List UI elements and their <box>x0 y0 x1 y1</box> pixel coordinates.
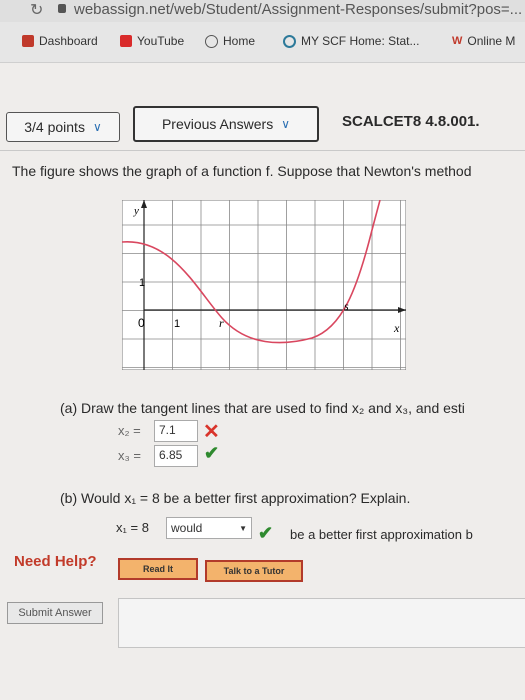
bookmark-label: MY SCF Home: Stat... <box>301 34 420 48</box>
dropdown-arrow-icon: ▼ <box>239 523 247 533</box>
bookmarks-bar: Dashboard YouTube Home MY SCF Home: Stat… <box>0 22 525 63</box>
bookmark-label: Online M <box>467 34 516 48</box>
bookmark-home[interactable]: Home <box>205 34 255 48</box>
part-b-prompt: (b) Would x₁ = 8 be a better first appro… <box>60 490 411 506</box>
part-a-prompt: (a) Draw the tangent lines that are used… <box>60 400 465 416</box>
chevron-down-icon: ∨ <box>92 120 102 134</box>
points-label: 3/4 points <box>24 119 85 135</box>
answer-textarea[interactable] <box>118 598 525 648</box>
bookmark-online[interactable]: W Online M <box>452 34 515 48</box>
reload-icon[interactable]: ↻ <box>30 0 43 20</box>
bookmark-label: YouTube <box>137 34 185 48</box>
correct-check-icon: ✔ <box>204 443 220 463</box>
x3-label: x₃ = <box>118 448 141 463</box>
bookmark-scf[interactable]: MY SCF Home: Stat... <box>283 34 419 48</box>
need-help-label: Need Help? <box>14 553 97 570</box>
bookmark-dashboard[interactable]: Dashboard <box>22 34 98 48</box>
youtube-icon <box>120 35 132 47</box>
lock-icon <box>58 4 66 13</box>
talk-to-tutor-button[interactable]: Talk to a Tutor <box>205 560 303 582</box>
select-value: would <box>171 521 203 535</box>
dashboard-icon <box>22 35 34 47</box>
bookmark-label: Home <box>223 34 256 48</box>
question-intro: The figure shows the graph of a function… <box>12 163 472 179</box>
part-b-suffix: be a better first approximation b <box>290 527 473 542</box>
y-axis-label: y <box>133 205 139 217</box>
previous-answers-label: Previous Answers <box>161 116 274 132</box>
problem-id: SCALCET8 4.8.001. <box>342 113 480 130</box>
correct-check-icon: ✔ <box>258 523 274 543</box>
x-axis-label: x <box>393 321 400 335</box>
submit-answer-button[interactable]: Submit Answer <box>7 602 103 624</box>
x2-label: x₂ = <box>118 423 141 438</box>
url-text[interactable]: webassign.net/web/Student/Assignment-Res… <box>74 1 522 18</box>
x3-input[interactable]: 6.85 <box>154 445 198 467</box>
scf-icon <box>283 34 296 48</box>
root-r-label: r <box>219 316 224 330</box>
function-graph: y x 1 0 1 r s <box>122 200 406 370</box>
origin-label: 0 <box>138 316 145 330</box>
x2-input[interactable]: 7.1 <box>154 420 198 442</box>
point-s-label: s <box>344 299 349 313</box>
chevron-down-icon: ∨ <box>281 117 291 131</box>
read-it-button[interactable]: Read It <box>118 558 198 580</box>
graph-frame <box>122 200 406 370</box>
would-select[interactable]: would ▼ <box>166 517 252 539</box>
y-tick-label: 1 <box>139 277 145 289</box>
incorrect-x-icon: ✕ <box>203 421 220 443</box>
bookmark-youtube[interactable]: YouTube <box>120 34 184 48</box>
divider <box>0 150 525 151</box>
points-button[interactable]: 3/4 points ∨ <box>6 112 120 142</box>
x1-label: x₁ = 8 <box>116 520 149 535</box>
x-tick-label: 1 <box>174 318 180 330</box>
home-icon <box>205 34 218 48</box>
previous-answers-button[interactable]: Previous Answers ∨ <box>133 106 319 142</box>
bookmark-label: Dashboard <box>39 34 98 48</box>
online-icon: W <box>452 35 463 47</box>
